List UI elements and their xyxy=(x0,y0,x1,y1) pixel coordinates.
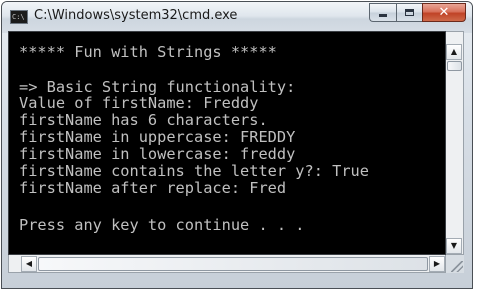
arrow-right-icon: ▶ xyxy=(433,259,441,268)
resize-grip-icon[interactable] xyxy=(451,261,463,272)
scroll-up-button[interactable]: ▲ xyxy=(446,44,462,60)
console-line: Value of firstName: Freddy xyxy=(19,94,259,112)
maximize-button[interactable] xyxy=(396,3,422,22)
maximize-icon xyxy=(405,9,414,16)
minimize-icon xyxy=(379,14,387,17)
console-line: firstName after replace: Fred xyxy=(19,179,287,197)
console-line: firstName in uppercase: FREDDY xyxy=(19,128,296,146)
horizontal-scroll-thumb[interactable] xyxy=(38,257,428,271)
arrow-left-icon: ◀ xyxy=(25,259,33,268)
arrow-up-icon: ▲ xyxy=(450,47,458,56)
title-bar[interactable]: C:\ C:\Windows\system32\cmd.exe ✕ xyxy=(2,2,472,33)
console-line: => Basic String functionality: xyxy=(19,78,296,96)
horizontal-scrollbar[interactable]: ◀ ▶ xyxy=(8,255,446,273)
arrow-down-icon: ▼ xyxy=(450,241,458,250)
vertical-scroll-thumb[interactable] xyxy=(447,61,462,71)
scroll-down-button[interactable]: ▼ xyxy=(446,238,462,254)
console-line: firstName in lowercase: freddy xyxy=(19,145,296,163)
close-icon: ✕ xyxy=(438,5,450,20)
scroll-right-button[interactable]: ▶ xyxy=(429,256,445,272)
vertical-scrollbar[interactable]: ▲ ▼ xyxy=(446,31,464,255)
cmd-app-icon[interactable]: C:\ xyxy=(10,10,28,24)
scroll-left-button[interactable]: ◀ xyxy=(21,256,37,272)
console-output[interactable]: ***** Fun with Strings ***** => Basic St… xyxy=(8,31,446,255)
caption-buttons: ✕ xyxy=(369,3,466,23)
console-line: firstName contains the letter y?: True xyxy=(19,162,369,180)
window-title: C:\Windows\system32\cmd.exe xyxy=(34,8,238,23)
console-line: Press any key to continue . . . xyxy=(19,216,305,234)
console-line: firstName has 6 characters. xyxy=(19,111,268,129)
close-button[interactable]: ✕ xyxy=(422,3,466,22)
minimize-button[interactable] xyxy=(369,3,396,22)
console-line: ***** Fun with Strings ***** xyxy=(19,43,277,61)
